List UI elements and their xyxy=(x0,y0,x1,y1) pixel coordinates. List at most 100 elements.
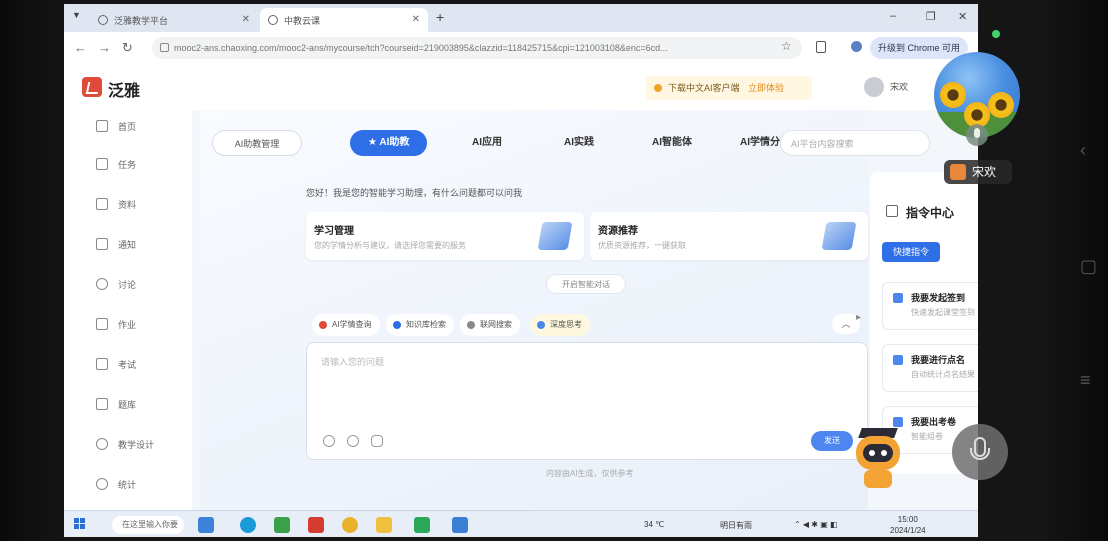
sidebar-item-homework[interactable]: 作业 xyxy=(96,314,136,334)
brand-logo-icon[interactable] xyxy=(82,77,102,97)
tray-icons[interactable]: ⌃ ◀ ✱ ▣ ◧ xyxy=(794,520,838,529)
tab-close-icon[interactable]: ✕ xyxy=(412,14,420,25)
quick-command-button[interactable]: 快捷指令 xyxy=(882,242,940,262)
tab-ai-assistant[interactable]: ★ AI助教 xyxy=(350,130,428,156)
start-chat-button[interactable]: 开启智能对话 xyxy=(546,274,626,294)
wps-icon[interactable] xyxy=(308,517,324,533)
sidebar-item-label: 资料 xyxy=(118,199,137,210)
card-resource-recommend[interactable]: 资源推荐 优质资源推荐，一键获取 xyxy=(590,212,868,260)
sidebar-item-notices[interactable]: 通知 xyxy=(96,234,136,254)
sidebar-item-question-bank[interactable]: 题库 xyxy=(96,394,136,414)
sidebar-item-label: 题库 xyxy=(118,399,137,410)
sidebar-item-tasks[interactable]: 任务 xyxy=(96,154,136,174)
ai-mascot-robot[interactable] xyxy=(850,428,906,490)
taskbar-search-input[interactable]: 在这里输入你要搜索的内容 xyxy=(112,516,184,534)
mute-microphone-button[interactable] xyxy=(952,424,1008,480)
folder-icon xyxy=(96,198,108,210)
app-leaf-icon[interactable] xyxy=(414,517,430,533)
card-learning-management[interactable]: 学习管理 您的学情分析与建议，请选择您需要的服务 xyxy=(306,212,584,260)
browser-tab-2[interactable]: 中教云课 ✕ xyxy=(260,8,428,32)
menu-lines-icon[interactable]: ≡ xyxy=(1080,370,1091,391)
reload-icon[interactable]: ↻ xyxy=(122,40,133,56)
edge-icon[interactable] xyxy=(240,517,256,533)
chip-ai-query[interactable]: AI学情查询 xyxy=(312,314,380,336)
chrome-update-button[interactable]: 升级到 Chrome 可用 xyxy=(870,37,968,59)
url-field[interactable]: mooc2-ans.chaoxing.com/mooc2-ans/mycours… xyxy=(152,37,802,59)
chip-web-search[interactable]: 联网搜索 xyxy=(460,314,520,336)
card-desc: 您的学情分析与建议，请选择您需要的服务 xyxy=(314,241,466,250)
command-title: 我要出考卷 xyxy=(911,417,957,427)
home-icon xyxy=(96,120,108,132)
mascot-face xyxy=(863,444,893,462)
caller-mic-icon[interactable] xyxy=(966,124,988,146)
new-tab-button[interactable]: + xyxy=(436,9,444,25)
tab-list-chevron-icon[interactable]: ▼ xyxy=(72,10,81,20)
notice-icon xyxy=(654,84,662,92)
profile-icon[interactable] xyxy=(851,41,862,52)
tab-ai-analytics[interactable]: AI学情分 xyxy=(740,130,780,156)
sidebar-item-discussion[interactable]: 讨论 xyxy=(96,274,136,294)
laptop-screen: ▼ 泛雅教学平台 ✕ 中教云课 ✕ + – ❐ ✕ ← → ↻ mooc2-an… xyxy=(64,4,978,537)
tab-favicon-icon xyxy=(268,15,278,25)
chrome-icon[interactable] xyxy=(342,517,358,533)
tab-ai-agent[interactable]: AI智能体 xyxy=(652,130,692,156)
sunflower-icon xyxy=(940,82,966,108)
sidebar-item-exam[interactable]: 考试 xyxy=(96,354,136,374)
command-item[interactable]: 我要进行点名 自动统计点名结果 xyxy=(882,344,978,392)
greeting-text: 您好！我是您的智能学习助理，有什么问题都可以问我 xyxy=(306,188,523,198)
tab-label: AI助教 xyxy=(379,137,410,148)
avatar[interactable] xyxy=(864,77,884,97)
command-item[interactable]: 我要发起签到 快速发起课堂签到 xyxy=(882,282,978,330)
chip-deep-thinking[interactable]: 深度思考 xyxy=(530,314,590,336)
task-view-icon[interactable] xyxy=(198,517,214,533)
chat-input[interactable]: 请输入您的问题 发送 xyxy=(306,342,868,460)
minimize-button[interactable]: – xyxy=(890,10,896,22)
clock-date: 2024/1/24 xyxy=(890,526,926,535)
home-square-icon[interactable]: ▢ xyxy=(1080,256,1097,277)
browser-tab-bar: ▼ 泛雅教学平台 ✕ 中教云课 ✕ + – ❐ ✕ xyxy=(64,4,978,32)
command-desc: 快速发起课堂签到 xyxy=(911,308,975,317)
emoji-icon[interactable] xyxy=(323,435,335,447)
site-info-icon[interactable] xyxy=(160,43,169,52)
file-explorer-icon[interactable] xyxy=(376,517,392,533)
weather-text[interactable]: 34 ℃ xyxy=(644,520,664,529)
chip-icon xyxy=(537,321,545,329)
windows-start-icon[interactable] xyxy=(74,518,86,530)
open-book-illustration-icon xyxy=(821,222,857,250)
bookmark-star-icon[interactable]: ☆ xyxy=(781,39,792,53)
command-icon xyxy=(893,293,903,303)
taskbar-clock[interactable]: 15:00 2024/1/24 xyxy=(890,514,926,536)
microphone-icon[interactable] xyxy=(371,435,383,447)
expand-panel-icon[interactable]: ▸ xyxy=(856,312,861,323)
back-arrow-icon[interactable]: ‹ xyxy=(1080,140,1086,161)
ai-hub-button[interactable]: AI助教管理 xyxy=(212,130,302,156)
sidebar-item-stats[interactable]: 统计 xyxy=(96,474,136,494)
tab-ai-practice[interactable]: AI实践 xyxy=(564,130,594,156)
search-input[interactable]: AI平台内容搜索 xyxy=(780,130,930,156)
browser-tab-1[interactable]: 泛雅教学平台 ✕ xyxy=(90,8,258,32)
reading-list-icon[interactable] xyxy=(816,41,826,53)
chip-knowledge-base[interactable]: 知识库检索 xyxy=(386,314,454,336)
news-text[interactable]: 明日有雨 xyxy=(720,520,752,531)
app-green-icon[interactable] xyxy=(274,517,290,533)
sidebar-item-home[interactable]: 首页 xyxy=(96,116,136,136)
card-title: 资源推荐 xyxy=(598,226,638,237)
close-window-button[interactable]: ✕ xyxy=(958,10,967,23)
maximize-button[interactable]: ❐ xyxy=(926,10,936,23)
sidebar-item-label: 教学设计 xyxy=(118,439,155,450)
sidebar-item-materials[interactable]: 资料 xyxy=(96,194,136,214)
download-notice[interactable]: 下载中文AI客户端 立即体验 xyxy=(646,76,812,100)
sidebar-item-design[interactable]: 教学设计 xyxy=(96,434,154,454)
attachment-icon[interactable] xyxy=(347,435,359,447)
back-icon[interactable]: ← xyxy=(74,40,87,55)
user-name[interactable]: 宋欢 xyxy=(890,80,908,93)
app-blue-icon[interactable] xyxy=(452,517,468,533)
tab-ai-apps[interactable]: AI应用 xyxy=(472,130,502,156)
sidebar-item-label: 讨论 xyxy=(118,279,137,290)
forward-icon[interactable]: → xyxy=(98,40,111,55)
notice-link[interactable]: 立即体验 xyxy=(748,83,784,93)
command-desc: 智能组卷 xyxy=(911,432,943,441)
send-button[interactable]: 发送 xyxy=(811,431,853,451)
chip-icon xyxy=(467,321,475,329)
tab-close-icon[interactable]: ✕ xyxy=(242,14,250,25)
